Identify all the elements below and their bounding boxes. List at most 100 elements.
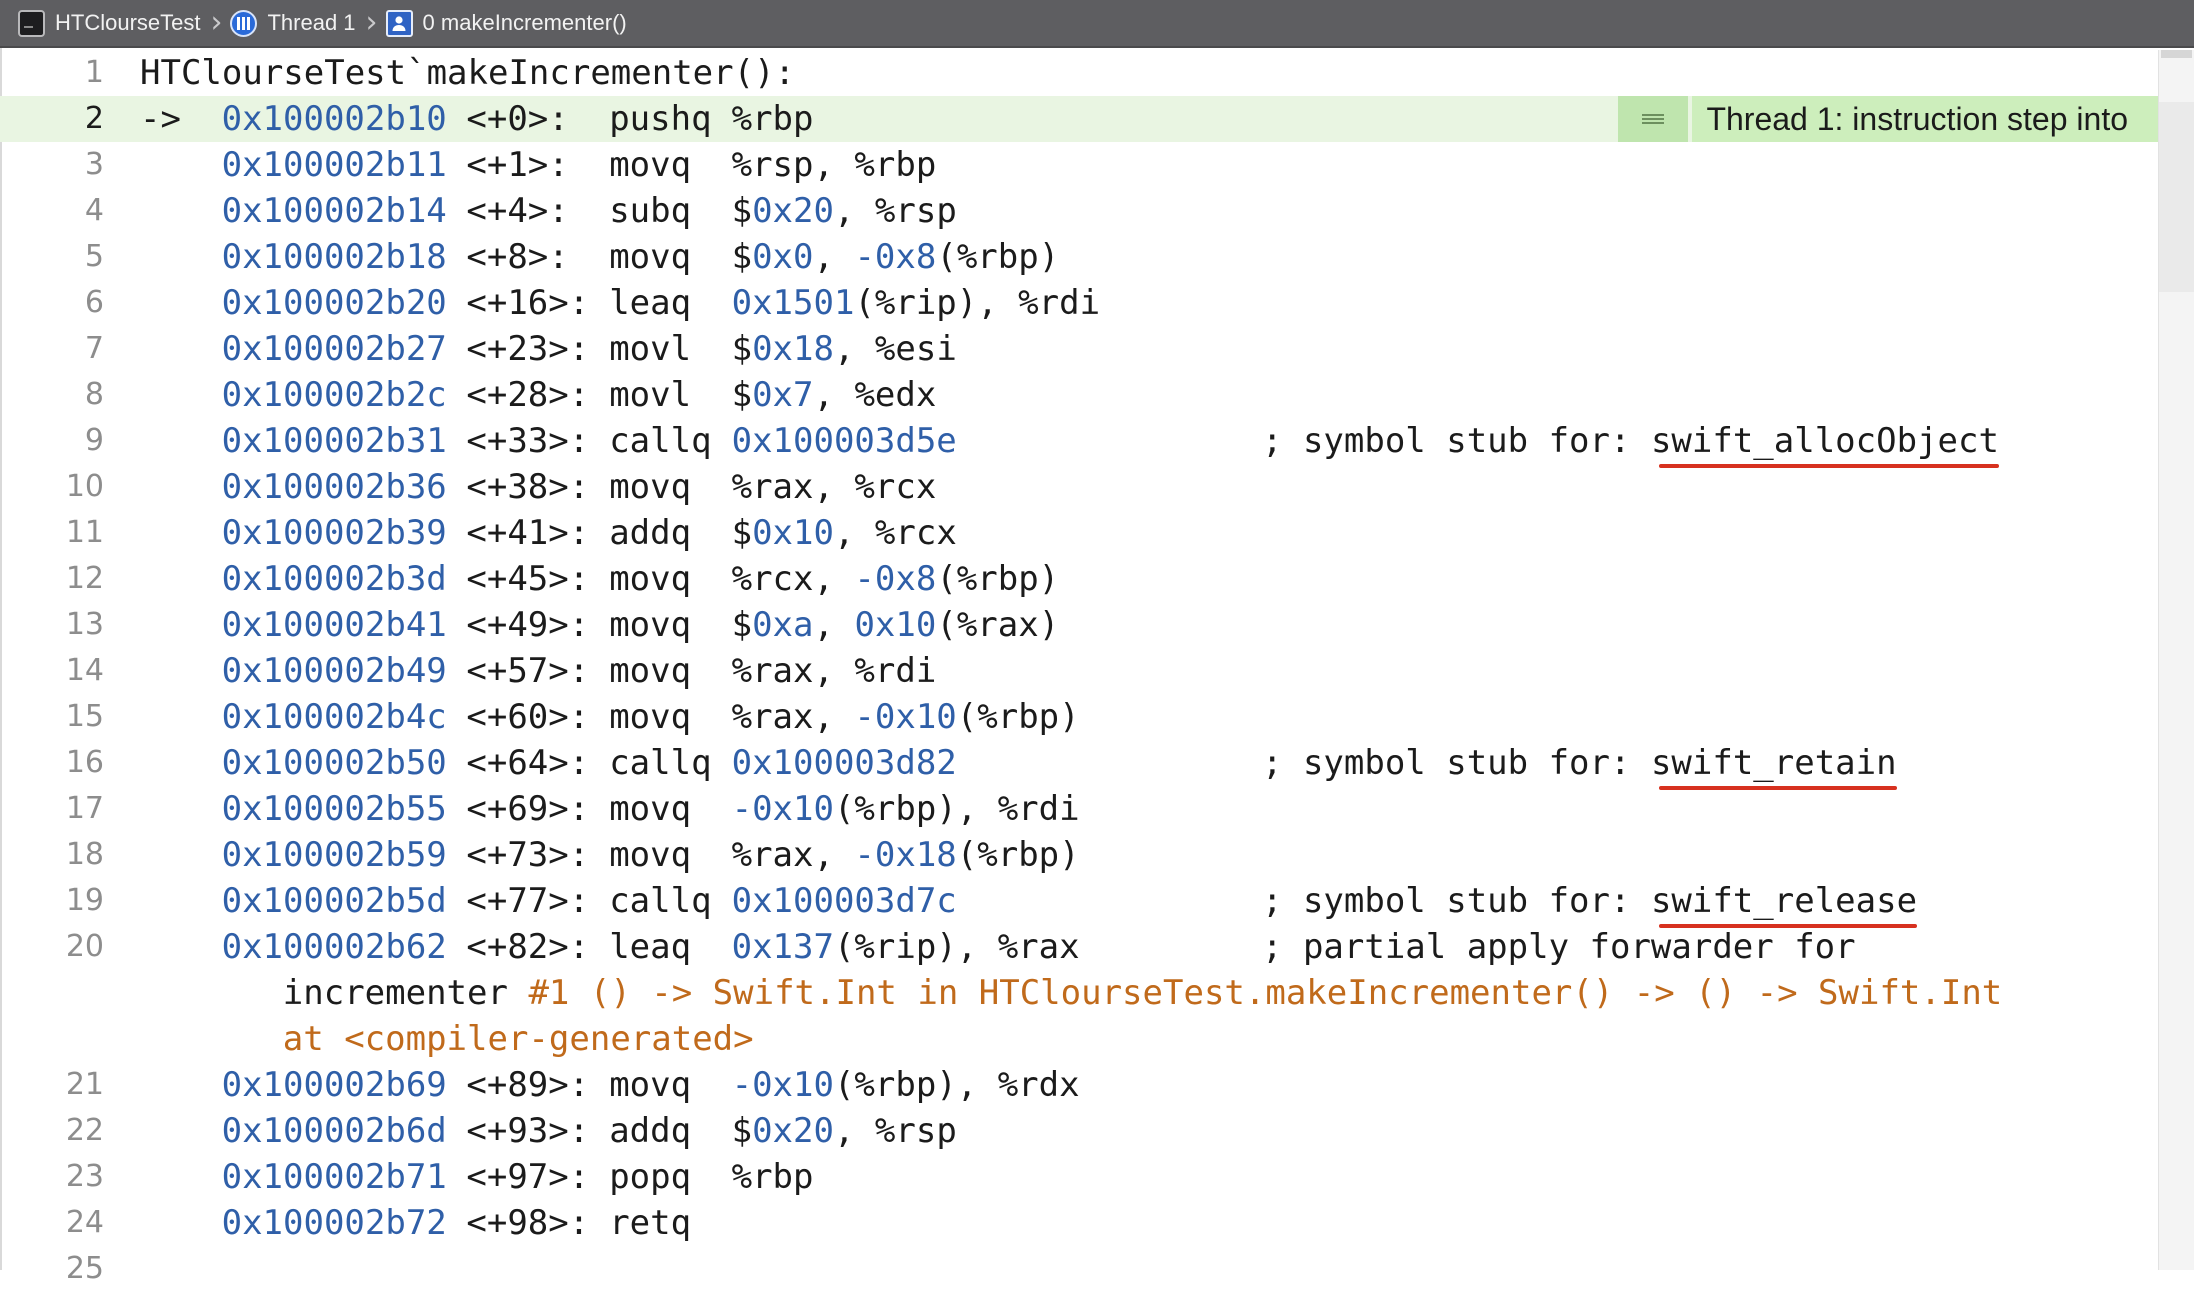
disassembly-row[interactable]: 13 0x100002b41 <+49>: movq $0xa, 0x10(%rax) [0,602,2158,648]
disassembly-row[interactable]: 10 0x100002b36 <+38>: movq %rax, %rcx [0,464,2158,510]
disassembly-row[interactable]: 17 0x100002b55 <+69>: movq -0x10(%rbp), %rdi [0,786,2158,832]
instruction-address: 0x100002b72 [221,1203,447,1243]
instruction-mnemonic: movq [609,467,692,507]
annotation-list-icon[interactable] [1618,96,1689,142]
instruction-offset: <+73>: [466,835,590,875]
hex-literal: 0x100003d5e [731,421,957,461]
instruction-address: 0x100002b11 [221,145,447,185]
line-number: 11 [65,515,104,550]
hex-literal: -0x8 [854,237,937,277]
comment-text: ; symbol stub for: [1262,421,1631,461]
hex-literal: 0x100003d82 [731,743,957,783]
breadcrumb-frame[interactable]: 0 makeIncrementer() [385,9,627,37]
comment-continuation-name: incrementer [282,973,508,1013]
instruction-mnemonic: movq [609,559,692,599]
chevron-right-icon: › [210,5,223,40]
instruction-comment: ; partial apply forwarder for [1262,924,1856,970]
scrollbar-thumb[interactable] [2159,102,2194,292]
instruction-offset: <+64>: [466,743,590,783]
instruction-mnemonic: movq [609,697,692,737]
instruction-offset: <+69>: [466,789,590,829]
instruction-offset: <+28>: [466,375,590,415]
disassembly-row[interactable]: 11 0x100002b39 <+41>: addq $0x10, %rcx [0,510,2158,556]
line-number: 23 [65,1159,104,1194]
disassembly-row[interactable]: 24 0x100002b72 <+98>: retq [0,1200,2158,1246]
instruction-offset: <+89>: [466,1065,590,1105]
line-number: 10 [65,469,104,504]
disassembly-row[interactable]: 14 0x100002b49 <+57>: movq %rax, %rdi [0,648,2158,694]
instruction-address: 0x100002b20 [221,283,447,323]
instruction-operands: $0x18, %esi [731,329,957,369]
instruction-address: 0x100002b50 [221,743,447,783]
disassembly-row[interactable]: 19 0x100002b5d <+77>: callq 0x100003d7c ; sym… [0,878,2158,928]
line-number: 12 [65,561,104,596]
disassembly-row[interactable]: 16 0x100002b50 <+64>: callq 0x100003d82 ; sym… [0,740,2158,790]
instruction-address: 0x100002b36 [221,467,447,507]
line-number: 20 [65,929,104,964]
instruction-offset: <+98>: [466,1203,590,1243]
instruction-address: 0x100002b71 [221,1157,447,1197]
disassembly-row[interactable]: 6 0x100002b20 <+16>: leaq 0x1501(%rip), %rdi [0,280,2158,326]
symbol-name-underlined: swift_allocObject [1651,418,1999,468]
instruction-operands: 0x100003d5e [732,418,957,464]
program-counter-arrow: -> [140,99,181,139]
vertical-scrollbar[interactable] [2158,50,2194,1270]
comment-text: ; symbol stub for: [1262,881,1631,921]
line-number: 22 [65,1113,104,1148]
disassembly-row[interactable]: 5 0x100002b18 <+8>: movq $0x0, -0x8(%rbp) [0,234,2158,280]
instruction-comment: ; symbol stub for: swift_allocObject [1262,418,1999,468]
instruction-mnemonic: callq [609,881,712,921]
line-number: 21 [65,1067,104,1102]
instruction-offset: <+33>: [466,421,590,461]
instruction-mnemonic: movl [609,329,692,369]
instruction-address: 0x100002b10 [221,99,447,139]
line-number: 6 [84,285,104,320]
symbol-name-underlined: swift_retain [1651,740,1897,790]
disassembly-row[interactable]: 23 0x100002b71 <+97>: popq %rbp [0,1154,2158,1200]
line-number: 4 [84,193,104,228]
instruction-mnemonic: addq [609,1111,692,1151]
breadcrumb-thread[interactable]: Thread 1 [230,9,356,37]
instruction-mnemonic: callq [609,743,712,783]
disassembly-row[interactable]: 15 0x100002b4c <+60>: movq %rax, -0x10(%rbp) [0,694,2158,740]
disassembly-row[interactable]: 1 HTClourseTest`makeIncrementer(): [0,50,2158,96]
hex-literal: 0x20 [752,1111,834,1151]
stack-frame-user-icon [385,9,413,37]
disassembly-row[interactable]: 20 0x100002b62 <+82>: leaq 0x137(%rip), %rax… [0,924,2158,970]
disassembly-row[interactable]: 7 0x100002b27 <+23>: movl $0x18, %esi [0,326,2158,372]
instruction-comment: ; symbol stub for: swift_retain [1262,740,1897,790]
comment-text: ; partial apply forwarder for [1262,927,1856,967]
instruction-mnemonic: movq [609,605,692,645]
thread-step-annotation[interactable]: Thread 1: instruction step into [1618,96,2158,142]
instruction-address: 0x100002b59 [221,835,447,875]
breadcrumb-project[interactable]: HTClourseTest [18,9,200,37]
disassembly-row[interactable]: 9 0x100002b31 <+33>: callq 0x100003d5e ; symb… [0,418,2158,468]
instruction-address: 0x100002b41 [221,605,447,645]
disassembly-row[interactable]: 3 0x100002b11 <+1>: movq %rsp, %rbp [0,142,2158,188]
instruction-operands: $0x7, %edx [731,375,937,415]
instruction-mnemonic: movq [609,237,692,277]
disassembly-row[interactable]: 25 [0,1246,2158,1292]
hex-literal: 0x10 [752,513,834,553]
current-instruction-row[interactable]: 2 -> 0x100002b10 <+0>: pushq %rbp Thread 1: in… [0,96,2158,142]
comment-continuation-row: incrementer #1 () -> Swift.Int in HTClou… [0,970,2158,1016]
line-number: 16 [65,745,104,780]
instruction-operands: $0x0, -0x8(%rbp) [731,237,1060,277]
instruction-mnemonic: callq [609,421,712,461]
disassembly-row[interactable]: 12 0x100002b3d <+45>: movq %rcx, -0x8(%rbp) [0,556,2158,602]
disassembly-row[interactable]: 4 0x100002b14 <+4>: subq $0x20, %rsp [0,188,2158,234]
instruction-mnemonic: movq [609,835,692,875]
disassembly-row[interactable]: 22 0x100002b6d <+93>: addq $0x20, %rsp [0,1108,2158,1154]
disassembly-row[interactable]: 18 0x100002b59 <+73>: movq %rax, -0x18(%rbp) [0,832,2158,878]
instruction-address: 0x100002b14 [221,191,447,231]
instruction-operands: $0x10, %rcx [731,513,957,553]
line-number: 1 [84,55,104,90]
disassembly-row[interactable]: 8 0x100002b2c <+28>: movl $0x7, %edx [0,372,2158,418]
disassembly-row[interactable]: 21 0x100002b69 <+89>: movq -0x10(%rbp), %rdx [0,1062,2158,1108]
disassembly-editor[interactable]: 1 HTClourseTest`makeIncrementer(): 2 -> 0x10… [0,50,2158,1286]
line-number: 8 [84,377,104,412]
line-number: 5 [84,239,104,274]
instruction-offset: <+16>: [466,283,590,323]
instruction-operands: %rax, %rdi [731,651,937,691]
line-number: 14 [65,653,104,688]
